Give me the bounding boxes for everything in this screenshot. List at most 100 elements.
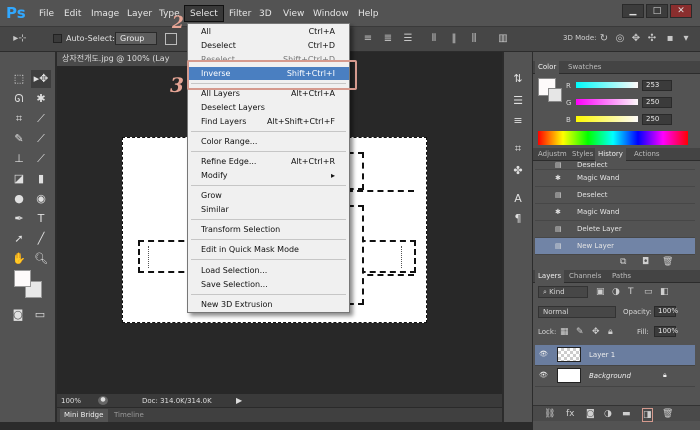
blur-tool-icon[interactable]: ● (9, 190, 29, 208)
distribute-right-icon[interactable]: ⫼ (468, 33, 480, 45)
brush-tool-icon[interactable]: ⟋ (31, 130, 51, 148)
zoom-level[interactable]: 100% (61, 397, 81, 405)
lock-image-icon[interactable]: ✎ (576, 326, 584, 338)
maximize-button[interactable]: □ (646, 4, 668, 18)
channel-r-slider[interactable] (576, 82, 638, 88)
color-spectrum-bar[interactable] (538, 131, 688, 145)
shape-tool-icon[interactable]: ╱ (31, 230, 51, 248)
menu-item-save-selection[interactable]: Save Selection... (188, 278, 349, 291)
delete-layer-icon[interactable]: 🗑︎ (662, 408, 673, 420)
filter-adjustment-icon[interactable]: ◑ (612, 286, 620, 298)
tab-layers[interactable]: Layers (535, 270, 565, 283)
channel-b-slider[interactable] (576, 116, 638, 122)
menu-item-grow[interactable]: Grow (188, 189, 349, 202)
menu-item-similar[interactable]: Similar (188, 203, 349, 216)
history-delete-icon[interactable]: 🗑︎ (662, 256, 673, 268)
move-tool-preset-icon[interactable]: ▸⊹ (8, 33, 32, 45)
type-tool-icon[interactable]: T (31, 210, 51, 228)
menu-item-transform-selection[interactable]: Transform Selection (188, 223, 349, 236)
history-row-selected[interactable]: ▤ New Layer (535, 238, 695, 255)
tab-color[interactable]: Color (535, 61, 560, 74)
add-mask-icon[interactable]: ◙ (586, 408, 595, 420)
menu-item-refine-edge[interactable]: Refine Edge... Alt+Ctrl+R (188, 155, 349, 168)
paragraph-panel-icon[interactable]: ¶ (508, 210, 528, 228)
channel-g-value[interactable]: 250 (642, 97, 672, 108)
menu-item-deselect[interactable]: Deselect Ctrl+D (188, 39, 349, 52)
properties-panel-icon[interactable]: ☰ (508, 92, 528, 110)
adjustments-panel-icon[interactable]: ⌗ (508, 140, 528, 158)
marquee-tool-icon[interactable]: ⬚ (9, 70, 29, 88)
move-tool-icon[interactable]: ▸✥ (31, 70, 51, 88)
pen-tool-icon[interactable]: ✒ (9, 210, 29, 228)
tab-channels[interactable]: Channels (566, 270, 604, 283)
character-panel-icon[interactable]: A (508, 190, 528, 208)
link-layers-icon[interactable]: ⛓︎ (544, 408, 555, 420)
tab-paths[interactable]: Paths (609, 270, 634, 283)
distribute-left-icon[interactable]: ⫴ (428, 33, 440, 45)
history-row[interactable]: ✱ Magic Wand (535, 170, 695, 187)
blend-mode-dropdown[interactable]: Normal (538, 306, 616, 318)
menu-item-modify[interactable]: Modify ▸ (188, 169, 349, 182)
filter-pixel-icon[interactable]: ▣ (596, 286, 605, 298)
auto-select-checkbox[interactable] (53, 34, 62, 43)
close-button[interactable]: ✕ (670, 4, 692, 18)
quick-mask-icon[interactable]: ◙ (8, 306, 28, 324)
menu-help[interactable]: Help (358, 9, 379, 19)
zoom-tool-icon[interactable]: 🔍︎ (31, 250, 51, 268)
layer-filter-kind[interactable]: ⌕ Kind (538, 286, 588, 298)
workspace-icon[interactable]: ▾ (680, 33, 692, 45)
panel-background-swatch[interactable] (548, 88, 562, 102)
filter-shape-icon[interactable]: ▭ (644, 286, 653, 298)
filter-smart-object-icon[interactable]: ◧ (660, 286, 669, 298)
dodge-tool-icon[interactable]: ◉ (31, 190, 51, 208)
lock-all-icon[interactable]: 🔒︎ (608, 326, 613, 338)
fill-input[interactable]: 100% (654, 326, 678, 337)
menu-layer[interactable]: Layer (127, 9, 152, 19)
history-row[interactable]: ▤ Delete Layer (535, 221, 695, 238)
menu-item-quick-mask[interactable]: Edit in Quick Mask Mode (188, 243, 349, 256)
clone-stamp-tool-icon[interactable]: ⊥ (9, 150, 29, 168)
adjustment-layer-icon[interactable]: ◑ (604, 408, 612, 420)
tab-swatches[interactable]: Swatches (565, 61, 604, 74)
eraser-tool-icon[interactable]: ◪ (9, 170, 29, 188)
layer-comps-icon[interactable]: ≡ (508, 112, 528, 130)
status-info-icon[interactable]: ● (98, 396, 108, 405)
menu-edit[interactable]: Edit (64, 9, 81, 19)
history-row[interactable]: ▤ Deselect (535, 160, 695, 170)
minimize-button[interactable]: ▁ (622, 4, 644, 18)
menu-filter[interactable]: Filter (229, 9, 251, 19)
menu-3d[interactable]: 3D (259, 9, 272, 19)
menu-item-deselect-layers[interactable]: Deselect Layers (188, 101, 349, 114)
menu-view[interactable]: View (283, 9, 304, 19)
new-layer-icon[interactable]: ◨ (642, 408, 653, 422)
3d-pan-icon[interactable]: ✥ (630, 33, 642, 45)
new-document-from-state-icon[interactable]: ⧉ (620, 256, 626, 268)
menu-image[interactable]: Image (91, 9, 119, 19)
auto-align-icon[interactable]: ▥ (497, 33, 509, 45)
distribute-hcenter-icon[interactable]: ‖ (448, 33, 460, 45)
menu-item-new-3d-extrusion[interactable]: New 3D Extrusion (188, 298, 349, 311)
history-row[interactable]: ▤ Deselect (535, 187, 695, 204)
menu-item-color-range[interactable]: Color Range... (188, 135, 349, 148)
layer-style-icon[interactable]: fx (566, 408, 575, 420)
show-transform-checkbox[interactable] (165, 33, 177, 45)
history-brush-tool-icon[interactable]: ⟋ (31, 150, 51, 168)
history-panel-icon[interactable]: ⇅ (508, 70, 528, 88)
status-arrow-icon[interactable]: ▶ (236, 396, 242, 405)
menu-file[interactable]: File (39, 9, 54, 19)
brush-panel-icon[interactable]: ✤ (508, 162, 528, 180)
lasso-tool-icon[interactable]: ᘏ (9, 90, 29, 108)
hand-tool-icon[interactable]: ✋ (9, 250, 29, 268)
filter-type-icon[interactable]: T (628, 286, 634, 298)
tab-timeline[interactable]: Timeline (114, 409, 144, 422)
menu-select[interactable]: Select (190, 9, 218, 19)
menu-item-load-selection[interactable]: Load Selection... (188, 264, 349, 277)
menu-item-all[interactable]: All Ctrl+A (188, 25, 349, 38)
eye-icon[interactable]: 👁︎ (539, 350, 548, 358)
eyedropper-tool-icon[interactable]: ⟋ (31, 110, 51, 128)
3d-slide-icon[interactable]: ✣ (646, 33, 658, 45)
eye-icon[interactable]: 👁︎ (539, 371, 548, 379)
new-group-icon[interactable]: ▬ (622, 408, 631, 420)
new-snapshot-icon[interactable]: ◘ (642, 256, 649, 268)
screen-mode-icon[interactable]: ▭ (30, 306, 50, 324)
